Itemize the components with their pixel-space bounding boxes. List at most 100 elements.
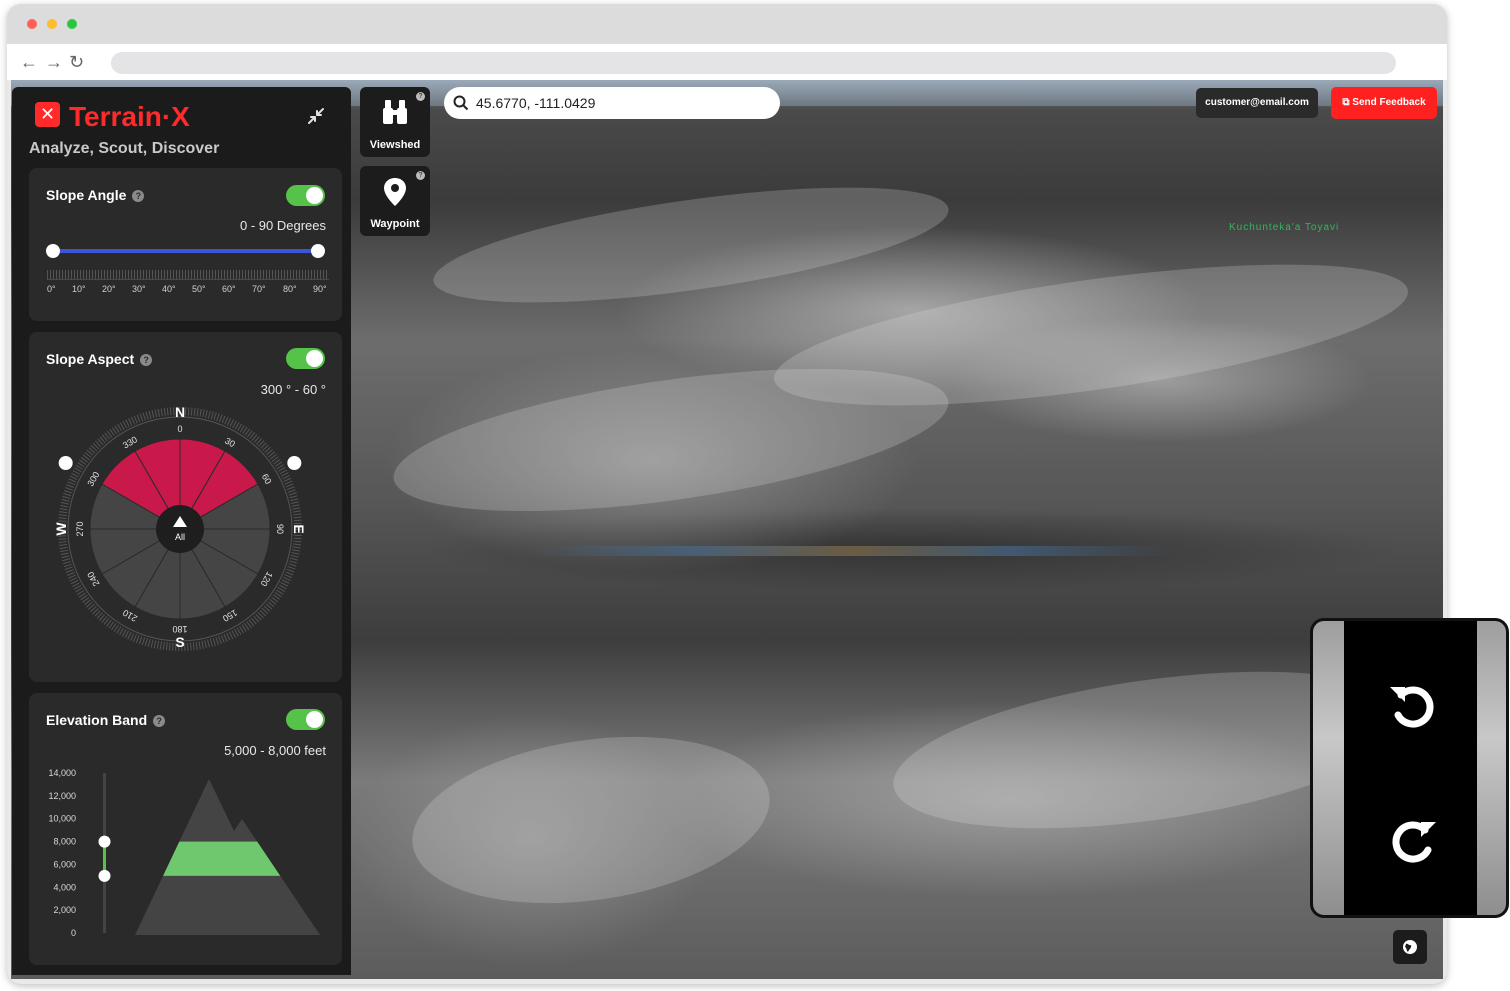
tick-label: 50° (192, 284, 206, 294)
help-icon[interactable]: ? (140, 354, 153, 366)
aspect-all-button[interactable] (156, 505, 204, 553)
slope-angle-label: Slope Angle (46, 187, 127, 203)
elevation-max-handle[interactable] (98, 835, 111, 848)
aspect-degree-label: 330 (121, 434, 139, 450)
browser-titlebar (7, 4, 1447, 44)
globe-button[interactable] (1393, 930, 1427, 964)
elevation-band-title: Elevation Band? (46, 712, 166, 728)
send-feedback-label: Send Feedback (1352, 97, 1426, 108)
browser-navbar: ← → ↻ (7, 44, 1447, 80)
tick-label: 40° (162, 284, 176, 294)
compass-west: W (53, 522, 69, 536)
aspect-degree-label: 270 (75, 521, 85, 536)
undo-redo-bar (1344, 621, 1477, 915)
elevation-min-handle[interactable] (98, 869, 111, 882)
reload-icon[interactable]: ↻ (69, 51, 84, 73)
undo-redo-callout (1310, 618, 1509, 918)
tick-label: 80° (283, 284, 297, 294)
slope-angle-ticks (47, 270, 329, 280)
aspect-degree-label: 0 (177, 424, 182, 434)
tick-label: 70° (252, 284, 266, 294)
aspect-degree-label: 90 (275, 524, 285, 534)
mountain-ridge (401, 715, 781, 925)
address-bar[interactable] (111, 52, 1396, 74)
coordinate-search (444, 87, 780, 119)
window-minimize-dot[interactable] (47, 19, 57, 29)
mountain-ridge (427, 164, 955, 326)
aspect-degree-label: 240 (85, 570, 101, 588)
tick-label: 0° (47, 284, 56, 294)
elevation-axis-label: 2,000 (53, 905, 76, 915)
tick-label: 20° (102, 284, 116, 294)
help-icon[interactable]: ? (153, 715, 166, 727)
aspect-start-handle[interactable] (58, 456, 73, 470)
compass-north: N (175, 404, 185, 420)
app-name: Terrain·X (69, 101, 190, 132)
viewshed-label: Viewshed (369, 139, 421, 151)
slope-angle-min-handle[interactable] (46, 244, 60, 258)
elevation-axis-label: 14,000 (48, 768, 76, 778)
waypoint-label: Waypoint (370, 218, 420, 230)
slope-angle-slider-track[interactable] (53, 249, 318, 253)
slope-aspect-title: Slope Aspect? (46, 351, 153, 367)
slope-angle-card: Slope Angle? 0 - 90 Degrees 0° 10° 20° 3… (29, 168, 342, 321)
map-pin-icon (384, 178, 406, 206)
slope-aspect-toggle[interactable] (286, 348, 325, 369)
elevation-band-card: Elevation Band? 5,000 - 8,000 feet 14,00… (29, 693, 342, 965)
viewshed-button[interactable]: ? Viewshed (360, 87, 430, 157)
valley-lake (531, 546, 1171, 556)
search-input[interactable] (476, 93, 766, 113)
slope-aspect-card: Slope Aspect? 300 ° - 60 ° 0 30 60 90 120 150… (29, 332, 342, 682)
compass-south: S (175, 634, 184, 650)
aspect-degree-label: 180 (172, 624, 187, 634)
aspect-degree-label: 300 (85, 470, 101, 488)
aspect-degree-label: 60 (260, 472, 274, 486)
waypoint-button[interactable]: ? Waypoint (360, 166, 430, 236)
elevation-band-fill (135, 841, 320, 876)
binoculars-icon (383, 100, 407, 124)
slope-angle-toggle[interactable] (286, 185, 325, 206)
aspect-end-handle[interactable] (287, 456, 302, 470)
elevation-band-toggle[interactable] (286, 709, 325, 730)
aspect-degree-label: 120 (259, 570, 275, 588)
forward-arrow-icon[interactable]: → (45, 51, 63, 73)
app-tagline: Analyze, Scout, Discover (29, 140, 220, 157)
help-icon[interactable]: ? (416, 92, 425, 101)
aspect-degree-label: 150 (221, 608, 239, 624)
tick-label: 10° (72, 284, 86, 294)
aspect-degree-label: 210 (121, 608, 139, 624)
tick-label: 90° (313, 284, 327, 294)
elevation-axis-label: 6,000 (53, 859, 76, 869)
slope-aspect-range: 300 ° - 60 ° (260, 382, 326, 397)
globe-icon (1403, 940, 1417, 954)
elevation-axis-label: 0 (71, 928, 76, 938)
aspect-compass[interactable]: 0306090120150180210240270300330 All N S … (29, 402, 342, 662)
help-icon[interactable]: ? (132, 190, 145, 202)
elevation-axis-label: 8,000 (53, 837, 76, 847)
slope-angle-max-handle[interactable] (311, 244, 325, 258)
elevation-band-label: Elevation Band (46, 712, 148, 728)
search-icon[interactable] (453, 95, 469, 111)
elevation-band-range: 5,000 - 8,000 feet (224, 743, 326, 758)
mountain-ridge (385, 341, 957, 539)
rotate-ccw-icon[interactable] (1386, 681, 1440, 735)
map-place-label: Kuchunteka'a Toyavi (1229, 222, 1340, 233)
elevation-axis-label: 10,000 (48, 814, 76, 824)
window-maximize-dot[interactable] (67, 19, 77, 29)
elevation-axis-label: 4,000 (53, 882, 76, 892)
rotate-cw-icon[interactable] (1386, 816, 1440, 870)
collapse-icon[interactable] (305, 105, 327, 127)
send-feedback-button[interactable]: ⧉ Send Feedback (1331, 87, 1437, 119)
window-close-dot[interactable] (27, 19, 37, 29)
elevation-axis-label: 12,000 (48, 791, 76, 801)
help-icon[interactable]: ? (416, 171, 425, 180)
slope-aspect-label: Slope Aspect (46, 351, 135, 367)
tick-label: 30° (132, 284, 146, 294)
account-email[interactable]: customer@email.com (1196, 88, 1318, 118)
back-arrow-icon[interactable]: ← (20, 51, 38, 73)
aspect-degree-label: 30 (223, 436, 237, 450)
elevation-chart[interactable]: 14,000 12,000 10,000 8,000 6,000 4,000 2,000 0 (29, 763, 342, 953)
logo-mark: ✕ (35, 102, 60, 127)
slope-angle-title: Slope Angle? (46, 187, 145, 203)
external-link-icon: ⧉ (1342, 97, 1353, 108)
